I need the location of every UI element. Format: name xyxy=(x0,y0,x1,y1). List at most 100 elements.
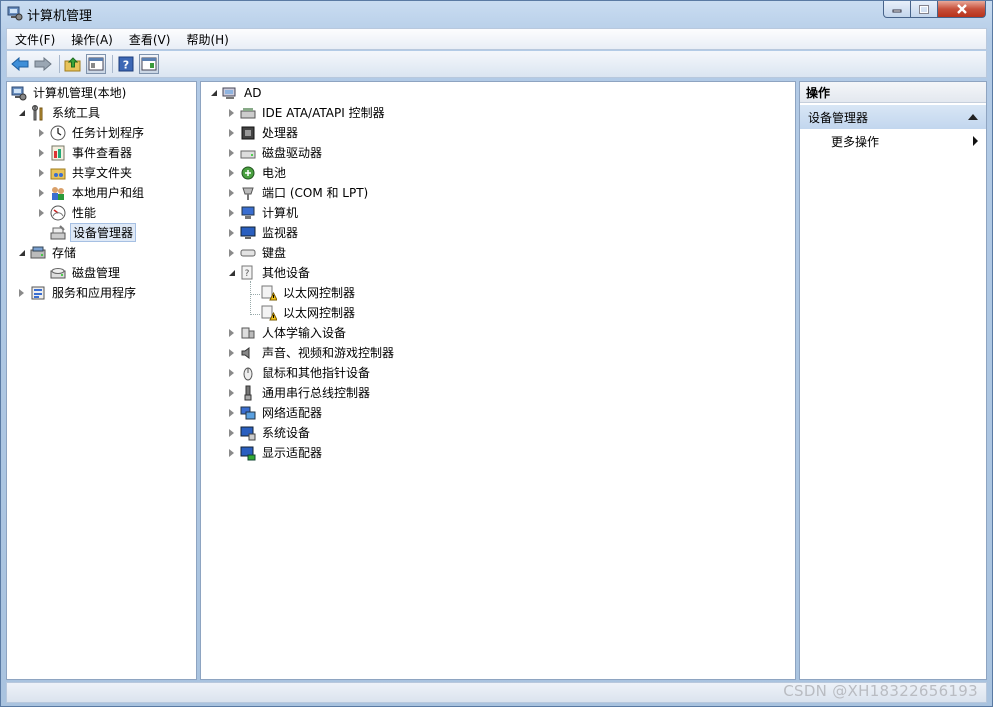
mouse-icon xyxy=(240,365,256,381)
up-one-level-button[interactable] xyxy=(63,54,83,74)
expand-arrow-icon[interactable] xyxy=(227,228,236,237)
more-actions-item[interactable]: 更多操作 xyxy=(831,133,879,150)
expand-arrow-icon[interactable] xyxy=(227,368,236,377)
device-category-other-devices[interactable]: ? 其他设备 xyxy=(227,263,312,282)
collapse-up-arrow-icon[interactable] xyxy=(968,114,978,120)
device-ethernet-controller[interactable]: 以太网控制器 xyxy=(261,283,357,302)
tree-guide-line xyxy=(250,281,251,315)
expand-arrow-icon[interactable] xyxy=(227,408,236,417)
expand-arrow-icon[interactable] xyxy=(227,348,236,357)
expand-arrow-icon[interactable] xyxy=(17,288,26,297)
device-category-monitor[interactable]: 监视器 xyxy=(227,223,300,242)
help-button[interactable]: ? xyxy=(116,54,136,74)
expand-arrow-icon[interactable] xyxy=(37,148,46,157)
expand-arrow-icon[interactable] xyxy=(37,168,46,177)
device-ethernet-controller[interactable]: 以太网控制器 xyxy=(261,303,357,322)
tree-node-root[interactable]: 计算机管理(本地) xyxy=(11,83,128,102)
watermark: CSDN @XH18322656193 xyxy=(783,682,978,700)
expand-arrow-icon[interactable] xyxy=(227,188,236,197)
expand-arrow-icon[interactable] xyxy=(227,208,236,217)
menu-view[interactable]: 查看(V) xyxy=(121,31,179,48)
tree-label: 本地用户和组 xyxy=(72,186,145,200)
device-category-processor[interactable]: 处理器 xyxy=(227,123,300,142)
actions-pane: 操作 设备管理器 更多操作 xyxy=(799,81,987,680)
show-hide-action-pane-button[interactable] xyxy=(139,54,159,74)
expand-arrow-icon[interactable] xyxy=(227,128,236,137)
device-category-computer[interactable]: 计算机 xyxy=(227,203,300,222)
device-category-system-devices[interactable]: 系统设备 xyxy=(227,423,312,442)
close-button[interactable] xyxy=(938,1,986,18)
tree-node-system-tools[interactable]: 系统工具 xyxy=(17,103,102,122)
collapse-arrow-icon[interactable] xyxy=(227,268,236,277)
tree-guide-line xyxy=(250,314,260,315)
tree-node-services-applications[interactable]: 服务和应用程序 xyxy=(17,283,138,302)
tree-label: 系统设备 xyxy=(262,426,311,440)
expand-arrow-icon[interactable] xyxy=(227,168,236,177)
device-tree-root[interactable]: AD xyxy=(209,83,263,102)
device-category-disk-drive[interactable]: 磁盘驱动器 xyxy=(227,143,324,162)
actions-section-device-manager[interactable]: 设备管理器 xyxy=(800,105,986,129)
expand-arrow-icon[interactable] xyxy=(227,428,236,437)
maximize-button[interactable] xyxy=(911,1,938,18)
expand-arrow-icon[interactable] xyxy=(37,208,46,217)
tools-icon xyxy=(30,104,46,121)
show-hide-console-tree-button[interactable] xyxy=(86,54,106,74)
expand-arrow-icon[interactable] xyxy=(227,328,236,337)
tree-node-shared-folders[interactable]: 共享文件夹 xyxy=(37,163,134,182)
back-button[interactable] xyxy=(10,54,30,74)
tree-label: 声音、视频和游戏控制器 xyxy=(262,346,395,360)
expand-arrow-icon[interactable] xyxy=(227,108,236,117)
forward-arrow-icon xyxy=(34,57,52,71)
menu-help[interactable]: 帮助(H) xyxy=(178,31,236,48)
device-category-display-adapter[interactable]: 显示适配器 xyxy=(227,443,324,462)
caption-buttons xyxy=(883,1,986,19)
tree-label: 事件查看器 xyxy=(72,146,133,160)
expand-arrow-icon[interactable] xyxy=(227,148,236,157)
collapse-arrow-icon[interactable] xyxy=(209,88,218,97)
monitor-icon xyxy=(240,225,256,241)
device-category-speaker[interactable]: 声音、视频和游戏控制器 xyxy=(227,343,396,362)
disk-drive-icon xyxy=(240,145,256,161)
tree-node-event-viewer[interactable]: 事件查看器 xyxy=(37,143,134,162)
tree-node-storage[interactable]: 存储 xyxy=(17,243,78,262)
device-category-network-adapter[interactable]: 网络适配器 xyxy=(227,403,324,422)
device-category-usb-controller[interactable]: 通用串行总线控制器 xyxy=(227,383,372,402)
submenu-arrow-icon[interactable] xyxy=(973,136,978,146)
expand-arrow-icon[interactable] xyxy=(37,128,46,137)
tree-node-disk-management[interactable]: 磁盘管理 xyxy=(50,263,122,282)
device-category-hid[interactable]: 人体学输入设备 xyxy=(227,323,348,342)
expand-arrow-icon[interactable] xyxy=(227,388,236,397)
system-devices-icon xyxy=(240,425,256,441)
storage-icon xyxy=(30,245,46,261)
console-tree-icon xyxy=(88,57,104,71)
expand-arrow-icon[interactable] xyxy=(227,248,236,257)
tree-node-task-scheduler[interactable]: 任务计划程序 xyxy=(37,123,146,142)
shared-folder-icon xyxy=(50,165,66,181)
device-category-port[interactable]: 端口 (COM 和 LPT) xyxy=(227,183,370,202)
minimize-button[interactable] xyxy=(883,1,911,18)
device-category-keyboard[interactable]: 键盘 xyxy=(227,243,288,262)
device-category-ide-controller[interactable]: IDE ATA/ATAPI 控制器 xyxy=(227,103,387,122)
device-category-mouse[interactable]: 鼠标和其他指针设备 xyxy=(227,363,372,382)
collapse-arrow-icon[interactable] xyxy=(17,248,26,257)
tree-label: 存储 xyxy=(52,246,77,260)
tree-node-performance[interactable]: 性能 xyxy=(37,203,98,222)
device-manager-icon xyxy=(50,224,66,241)
expand-arrow-icon[interactable] xyxy=(37,188,46,197)
tree-node-device-manager[interactable]: 设备管理器 xyxy=(50,223,137,242)
tree-node-local-users-groups[interactable]: 本地用户和组 xyxy=(37,183,146,202)
expand-arrow-icon[interactable] xyxy=(227,448,236,457)
device-category-battery[interactable]: 电池 xyxy=(227,163,288,182)
menu-action[interactable]: 操作(A) xyxy=(63,31,121,48)
collapse-arrow-icon[interactable] xyxy=(17,108,26,117)
computer-icon xyxy=(240,205,256,221)
unknown-device-warning-icon xyxy=(261,305,277,321)
forward-button[interactable] xyxy=(33,54,53,74)
tree-label: 网络适配器 xyxy=(262,406,323,420)
close-icon xyxy=(956,4,967,14)
speaker-icon xyxy=(240,345,256,361)
tree-label: 磁盘管理 xyxy=(72,266,121,280)
tree-label: 磁盘驱动器 xyxy=(262,146,323,160)
menu-file[interactable]: 文件(F) xyxy=(7,31,63,48)
title-bar[interactable]: 计算机管理 xyxy=(1,1,992,25)
